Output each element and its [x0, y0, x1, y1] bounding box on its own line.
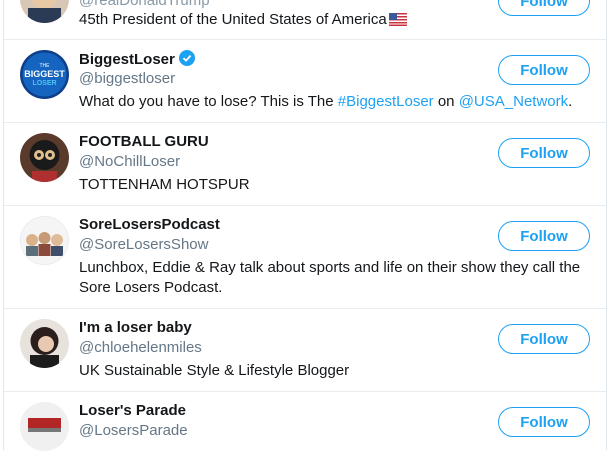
list-item[interactable]: @realDonaldTrump 45th President of the U… — [4, 0, 606, 40]
user-name-text: BiggestLoser — [79, 51, 175, 68]
us-flag-icon — [388, 12, 407, 32]
user-name[interactable]: SoreLosersPodcast — [79, 216, 220, 234]
user-name[interactable]: FOOTBALL GURU — [79, 133, 209, 151]
avatar[interactable]: THE BIGGEST LOSER — [20, 50, 69, 99]
user-bio: TOTTENHAM HOTSPUR — [79, 176, 250, 193]
user-handle: @realDonaldTrump — [79, 0, 210, 9]
list-item[interactable]: SoreLosersPodcast @SoreLosersShow Lunchb… — [4, 206, 606, 309]
user-handle[interactable]: @LosersParade — [79, 422, 188, 440]
user-bio: What do you have to lose? This is The #B… — [79, 92, 584, 112]
list-item[interactable]: Loser's Parade @LosersParade Follow — [4, 392, 606, 474]
bio-text: on — [433, 93, 459, 110]
avatar-text-main: BIGGEST — [24, 69, 65, 79]
follow-button[interactable]: Follow — [498, 221, 590, 251]
user-handle[interactable]: @NoChillLoser — [79, 153, 180, 171]
user-bio: Lunchbox, Eddie & Ray talk about sports … — [79, 259, 581, 296]
bio-text: . — [568, 93, 573, 110]
mention-link[interactable]: @USA_Network — [459, 93, 568, 110]
list-item[interactable]: I'm a loser baby @chloehelenmiles UK Sus… — [4, 309, 606, 392]
user-handle[interactable]: @biggestloser — [79, 70, 175, 88]
user-handle[interactable]: @chloehelenmiles — [79, 339, 202, 357]
follow-button[interactable]: Follow — [498, 324, 590, 354]
user-handle[interactable]: @SoreLosersShow — [79, 236, 208, 254]
hashtag-link[interactable]: #BiggestLoser — [338, 93, 434, 110]
avatar-text-sub: LOSER — [32, 80, 56, 87]
user-name[interactable]: I'm a loser baby — [79, 319, 192, 337]
user-name[interactable]: BiggestLoser — [79, 50, 195, 71]
follow-button[interactable]: Follow — [498, 0, 590, 16]
avatar[interactable] — [20, 319, 69, 368]
bio-text: 45th President of the United States of A… — [79, 11, 387, 28]
user-list: @realDonaldTrump 45th President of the U… — [3, 0, 607, 451]
avatar[interactable] — [20, 216, 69, 265]
list-item[interactable]: FOOTBALL GURU @NoChillLoser TOTTENHAM HO… — [4, 123, 606, 206]
avatar[interactable] — [20, 133, 69, 182]
bio-text: What do you have to lose? This is The — [79, 93, 338, 110]
user-name[interactable]: Loser's Parade — [79, 402, 186, 420]
follow-button[interactable]: Follow — [498, 407, 590, 437]
list-item[interactable]: THE BIGGEST LOSER BiggestLoser @biggestl… — [4, 40, 606, 123]
avatar[interactable] — [20, 402, 69, 451]
follow-button[interactable]: Follow — [498, 138, 590, 168]
verified-badge-icon — [178, 50, 195, 71]
avatar[interactable] — [20, 0, 69, 23]
user-bio: UK Sustainable Style & Lifestyle Blogger — [79, 362, 350, 379]
follow-button[interactable]: Follow — [498, 55, 590, 85]
